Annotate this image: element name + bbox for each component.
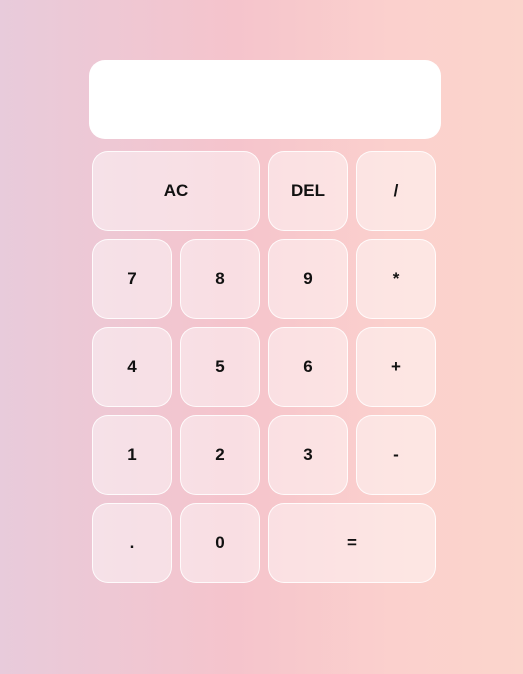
minus-button[interactable]: - [356,415,436,495]
digit-1-button[interactable]: 1 [92,415,172,495]
digit-7-button[interactable]: 7 [92,239,172,319]
digit-0-button[interactable]: 0 [180,503,260,583]
delete-button[interactable]: DEL [268,151,348,231]
digit-5-button[interactable]: 5 [180,327,260,407]
multiply-button[interactable]: * [356,239,436,319]
equals-button[interactable]: = [268,503,436,583]
calculator: AC DEL / 7 8 9 * 4 5 6 + 1 2 3 - . 0 = [89,60,441,583]
keypad: AC DEL / 7 8 9 * 4 5 6 + 1 2 3 - . 0 = [92,151,441,583]
divide-button[interactable]: / [356,151,436,231]
digit-8-button[interactable]: 8 [180,239,260,319]
digit-6-button[interactable]: 6 [268,327,348,407]
digit-9-button[interactable]: 9 [268,239,348,319]
calculator-display [89,60,441,139]
clear-button[interactable]: AC [92,151,260,231]
plus-button[interactable]: + [356,327,436,407]
decimal-button[interactable]: . [92,503,172,583]
digit-3-button[interactable]: 3 [268,415,348,495]
digit-4-button[interactable]: 4 [92,327,172,407]
digit-2-button[interactable]: 2 [180,415,260,495]
